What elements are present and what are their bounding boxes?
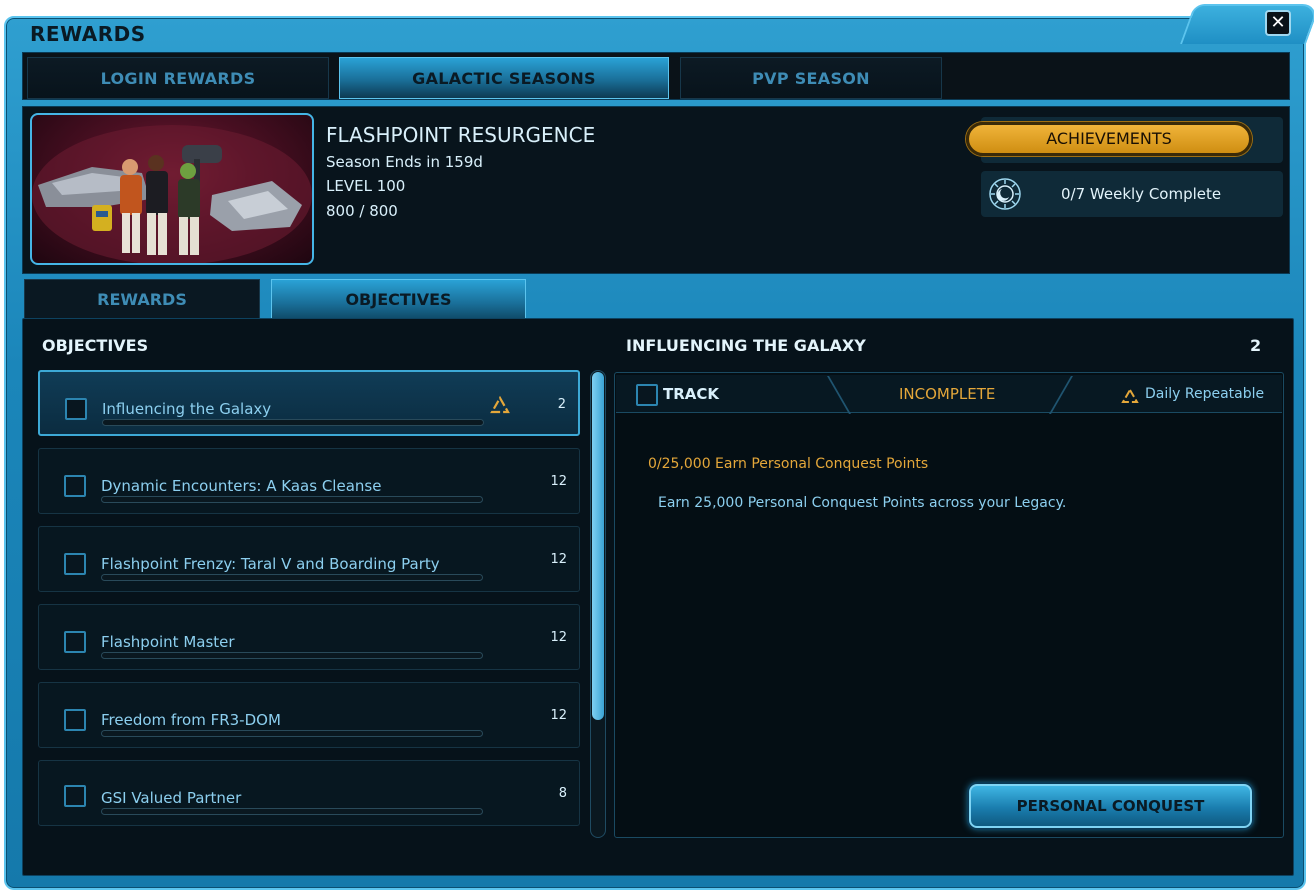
objective-row[interactable]: Influencing the Galaxy 2 — [38, 370, 580, 436]
objective-count: 2 — [557, 397, 566, 412]
objective-checkbox[interactable] — [64, 553, 86, 575]
objective-progress-bar — [101, 574, 483, 581]
achievements-button[interactable]: ACHIEVEMENTS — [966, 122, 1252, 156]
objective-label: Flashpoint Master — [101, 633, 235, 651]
objective-count: 12 — [550, 474, 567, 489]
repeat-label: Daily Repeatable — [1145, 386, 1265, 402]
objective-label: Freedom from FR3-DOM — [101, 711, 281, 729]
tab-galactic-seasons[interactable]: GALACTIC SEASONS — [339, 57, 669, 99]
objective-checkbox[interactable] — [64, 631, 86, 653]
objective-progress-bar — [101, 496, 483, 503]
objective-progress-bar — [102, 419, 484, 426]
personal-conquest-button[interactable]: PERSONAL CONQUEST — [969, 784, 1252, 828]
objective-progress-bar — [101, 808, 483, 815]
objective-progress-bar — [101, 652, 483, 659]
scrollbar-thumb[interactable] — [592, 372, 604, 720]
track-label: TRACK — [663, 385, 720, 403]
season-banner-image — [30, 113, 314, 265]
objective-count: 12 — [550, 630, 567, 645]
detail-count: 2 — [1250, 336, 1262, 355]
season-title: FLASHPOINT RESURGENCE — [326, 123, 596, 147]
objective-label: Flashpoint Frenzy: Taral V and Boarding … — [101, 555, 440, 573]
objective-checkbox[interactable] — [64, 785, 86, 807]
objective-checkbox[interactable] — [64, 475, 86, 497]
window-title: REWARDS — [30, 22, 146, 46]
season-points: 800 / 800 — [326, 202, 398, 220]
close-icon: ✕ — [1270, 12, 1286, 33]
objective-row[interactable]: Flashpoint Frenzy: Taral V and Boarding … — [38, 526, 580, 592]
objective-row[interactable]: Dynamic Encounters: A Kaas Cleanse 12 — [38, 448, 580, 514]
close-button[interactable]: ✕ — [1265, 10, 1291, 36]
objectives-heading: OBJECTIVES — [42, 336, 149, 355]
sun-moon-icon — [989, 178, 1021, 210]
objective-row[interactable]: Flashpoint Master 12 — [38, 604, 580, 670]
objective-detail-panel — [614, 372, 1284, 838]
tab-login-rewards[interactable]: LOGIN REWARDS — [27, 57, 329, 99]
weekly-complete-text: 0/7 Weekly Complete — [1061, 185, 1222, 203]
objective-count: 12 — [550, 708, 567, 723]
window-corner-tab — [1180, 4, 1314, 44]
objective-label: GSI Valued Partner — [101, 789, 242, 807]
tab-rewards[interactable]: REWARDS — [24, 279, 260, 319]
status-label: INCOMPLETE — [899, 385, 996, 403]
top-tab-bar: LOGIN REWARDS GALACTIC SEASONS PVP SEASO… — [22, 52, 1290, 100]
description-text: Earn 25,000 Personal Conquest Points acr… — [658, 495, 1067, 511]
repeat-triangle-icon — [1121, 388, 1139, 403]
objective-row[interactable]: Freedom from FR3-DOM 12 — [38, 682, 580, 748]
objective-count: 8 — [558, 786, 567, 801]
tab-objectives[interactable]: OBJECTIVES — [271, 279, 526, 319]
weekly-complete-box: 0/7 Weekly Complete — [981, 171, 1283, 217]
tab-pvp-season[interactable]: PVP SEASON — [680, 57, 942, 99]
objective-count: 12 — [550, 552, 567, 567]
objective-checkbox[interactable] — [65, 398, 87, 420]
detail-title: INFLUENCING THE GALAXY — [626, 336, 866, 355]
season-level: LEVEL 100 — [326, 177, 406, 195]
objective-label: Influencing the Galaxy — [102, 400, 272, 418]
track-checkbox[interactable] — [636, 384, 658, 406]
season-ends-text: Season Ends in 159d — [326, 153, 483, 171]
repeat-triangle-icon — [490, 396, 510, 414]
objective-progress-bar — [101, 730, 483, 737]
objective-label: Dynamic Encounters: A Kaas Cleanse — [101, 477, 382, 495]
requirement-text: 0/25,000 Earn Personal Conquest Points — [648, 456, 929, 472]
objective-checkbox[interactable] — [64, 709, 86, 731]
objective-row[interactable]: GSI Valued Partner 8 — [38, 760, 580, 826]
